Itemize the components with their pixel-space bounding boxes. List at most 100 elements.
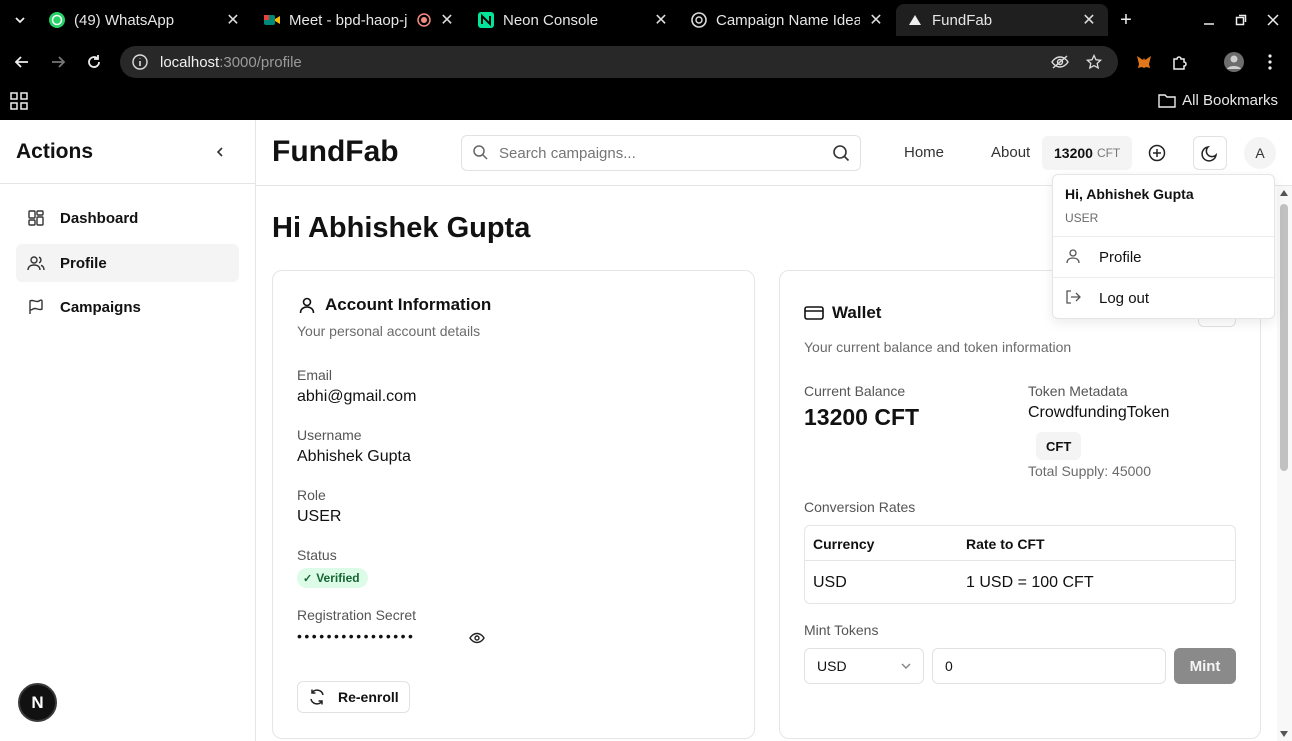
dropdown-item-label: Profile bbox=[1099, 248, 1142, 266]
profile-avatar-icon[interactable] bbox=[1222, 50, 1246, 74]
account-card-title: Account Information bbox=[297, 295, 491, 315]
tab-close-icon[interactable]: ✕ bbox=[866, 10, 886, 30]
tab-title: FundFab bbox=[932, 11, 993, 29]
minimize-icon[interactable] bbox=[1197, 8, 1221, 32]
nav-about-link[interactable]: About bbox=[991, 144, 1030, 161]
mint-button[interactable]: Mint bbox=[1174, 648, 1236, 684]
tab-close-icon[interactable]: ✕ bbox=[223, 10, 243, 30]
sidebar-item-dashboard[interactable]: Dashboard bbox=[16, 199, 239, 237]
browser-tab-bar: (49) WhatsApp ✕ Meet - bpd-haop-j ✕ Neon… bbox=[0, 0, 1292, 40]
restore-icon[interactable] bbox=[1229, 8, 1253, 32]
mint-amount-input[interactable] bbox=[932, 648, 1166, 684]
bookmark-star-icon[interactable] bbox=[1084, 52, 1104, 72]
browser-menu-icon[interactable] bbox=[1258, 50, 1282, 74]
conversion-rates-table: Currency Rate to CFT USD 1 USD = 100 CFT bbox=[804, 525, 1236, 604]
dropdown-divider bbox=[1053, 277, 1274, 278]
username-label: Username bbox=[297, 427, 362, 443]
tab-title: Meet - bpd-haop-j bbox=[289, 11, 408, 29]
page: Actions Dashboard Profile Campaigns Fund… bbox=[0, 120, 1292, 741]
theme-toggle-moon-icon[interactable] bbox=[1193, 136, 1227, 170]
reload-icon[interactable] bbox=[82, 50, 106, 74]
currency-select[interactable]: USD bbox=[804, 648, 924, 684]
email-label: Email bbox=[297, 367, 333, 383]
all-bookmarks-label: All Bookmarks bbox=[1182, 92, 1278, 109]
sidebar: Actions Dashboard Profile Campaigns bbox=[0, 120, 256, 741]
eye-icon[interactable] bbox=[469, 632, 487, 650]
scrollbar-thumb[interactable] bbox=[1280, 204, 1288, 471]
all-bookmarks-button[interactable]: All Bookmarks bbox=[1158, 92, 1278, 109]
user-icon bbox=[1065, 248, 1083, 266]
table-header-cell: Rate to CFT bbox=[966, 536, 1045, 552]
metamask-extension-icon[interactable] bbox=[1132, 50, 1156, 74]
tab-meet[interactable]: Meet - bpd-haop-j bbox=[263, 4, 435, 36]
dropdown-item-profile[interactable]: Profile bbox=[1057, 240, 1270, 274]
re-enroll-button[interactable]: Re-enroll bbox=[297, 681, 410, 713]
scroll-up-arrow-icon[interactable] bbox=[1280, 190, 1288, 196]
status-text: Verified bbox=[316, 571, 360, 585]
email-value: abhi@gmail.com bbox=[297, 388, 417, 405]
dropdown-role: USER bbox=[1065, 211, 1099, 225]
user-avatar[interactable]: A bbox=[1244, 137, 1276, 169]
role-value: USER bbox=[297, 508, 342, 525]
wallet-card-title: Wallet bbox=[804, 303, 881, 323]
table-cell: 1 USD = 100 CFT bbox=[966, 574, 1094, 591]
sidebar-item-campaigns[interactable]: Campaigns bbox=[16, 288, 239, 326]
dropdown-item-logout[interactable]: Log out bbox=[1057, 281, 1270, 315]
secret-value: •••••••••••••••• bbox=[297, 628, 416, 644]
token-name: CrowdfundingToken bbox=[1028, 404, 1170, 421]
conversion-rates-label: Conversion Rates bbox=[804, 499, 916, 515]
add-circle-icon[interactable] bbox=[1140, 136, 1174, 170]
tab-close-icon[interactable]: ✕ bbox=[1079, 10, 1099, 30]
scroll-down-arrow-icon[interactable] bbox=[1280, 731, 1288, 737]
sidebar-header: Actions bbox=[0, 120, 255, 184]
total-supply: Total Supply: 45000 bbox=[1028, 463, 1151, 479]
url-text: localhost:3000/profile bbox=[160, 54, 302, 71]
sidebar-item-profile[interactable]: Profile bbox=[16, 244, 239, 282]
apps-grid-icon[interactable] bbox=[10, 92, 30, 112]
search-submit-icon[interactable] bbox=[832, 144, 852, 164]
chatgpt-icon bbox=[690, 11, 708, 29]
collapse-chevron-left-icon[interactable] bbox=[210, 142, 230, 162]
current-balance-value: 13200 CFT bbox=[804, 404, 920, 430]
re-enroll-label: Re-enroll bbox=[338, 689, 399, 705]
flag-icon bbox=[27, 298, 45, 316]
user-dropdown-menu: Hi, Abhishek Gupta USER Profile Log out bbox=[1052, 174, 1275, 319]
wallet-card: + Wallet Your current balance and token … bbox=[779, 270, 1261, 739]
tab-neon[interactable]: Neon Console bbox=[477, 4, 657, 36]
tab-fundfab[interactable]: FundFab bbox=[896, 4, 1108, 36]
bookmarks-bar: All Bookmarks bbox=[0, 84, 1292, 120]
url-host: localhost bbox=[160, 53, 220, 71]
tab-chatgpt[interactable]: Campaign Name Idea bbox=[690, 4, 860, 36]
account-card-subtitle: Your personal account details bbox=[297, 323, 481, 339]
back-arrow-icon[interactable] bbox=[10, 50, 34, 74]
eye-off-icon[interactable] bbox=[1050, 52, 1070, 72]
search-input[interactable]: Search campaigns... bbox=[461, 135, 861, 171]
tab-title: (49) WhatsApp bbox=[74, 11, 175, 29]
brand-logo[interactable]: FundFab bbox=[272, 135, 399, 169]
dropdown-item-label: Log out bbox=[1099, 289, 1150, 307]
tab-whatsapp[interactable]: (49) WhatsApp bbox=[48, 4, 218, 36]
dropdown-greeting: Hi, Abhishek Gupta bbox=[1065, 186, 1194, 202]
extensions-puzzle-icon[interactable] bbox=[1168, 50, 1192, 74]
recording-icon bbox=[417, 13, 431, 27]
balance-chip[interactable]: 13200 CFT bbox=[1042, 136, 1133, 170]
chevron-down-icon bbox=[899, 659, 913, 673]
current-balance-label: Current Balance bbox=[804, 383, 906, 399]
token-symbol-badge: CFT bbox=[1036, 432, 1082, 460]
site-info-icon[interactable] bbox=[132, 54, 148, 70]
balance-unit: CFT bbox=[1096, 146, 1121, 160]
forward-arrow-icon[interactable] bbox=[46, 50, 70, 74]
new-tab-plus-icon[interactable]: + bbox=[1114, 8, 1138, 32]
close-window-icon[interactable] bbox=[1261, 8, 1285, 32]
page-scrollbar[interactable] bbox=[1277, 186, 1292, 741]
credit-card-icon bbox=[804, 303, 824, 323]
nextjs-dev-badge[interactable]: N bbox=[18, 683, 57, 722]
tab-close-icon[interactable]: ✕ bbox=[437, 10, 457, 30]
nav-home-link[interactable]: Home bbox=[904, 144, 944, 161]
tab-close-icon[interactable]: ✕ bbox=[651, 10, 671, 30]
tab-search-chevron-icon[interactable] bbox=[8, 8, 32, 32]
refresh-icon bbox=[308, 688, 326, 706]
currency-select-value: USD bbox=[817, 658, 847, 674]
secret-label: Registration Secret bbox=[297, 607, 417, 623]
address-bar[interactable]: localhost:3000/profile bbox=[120, 46, 1118, 78]
